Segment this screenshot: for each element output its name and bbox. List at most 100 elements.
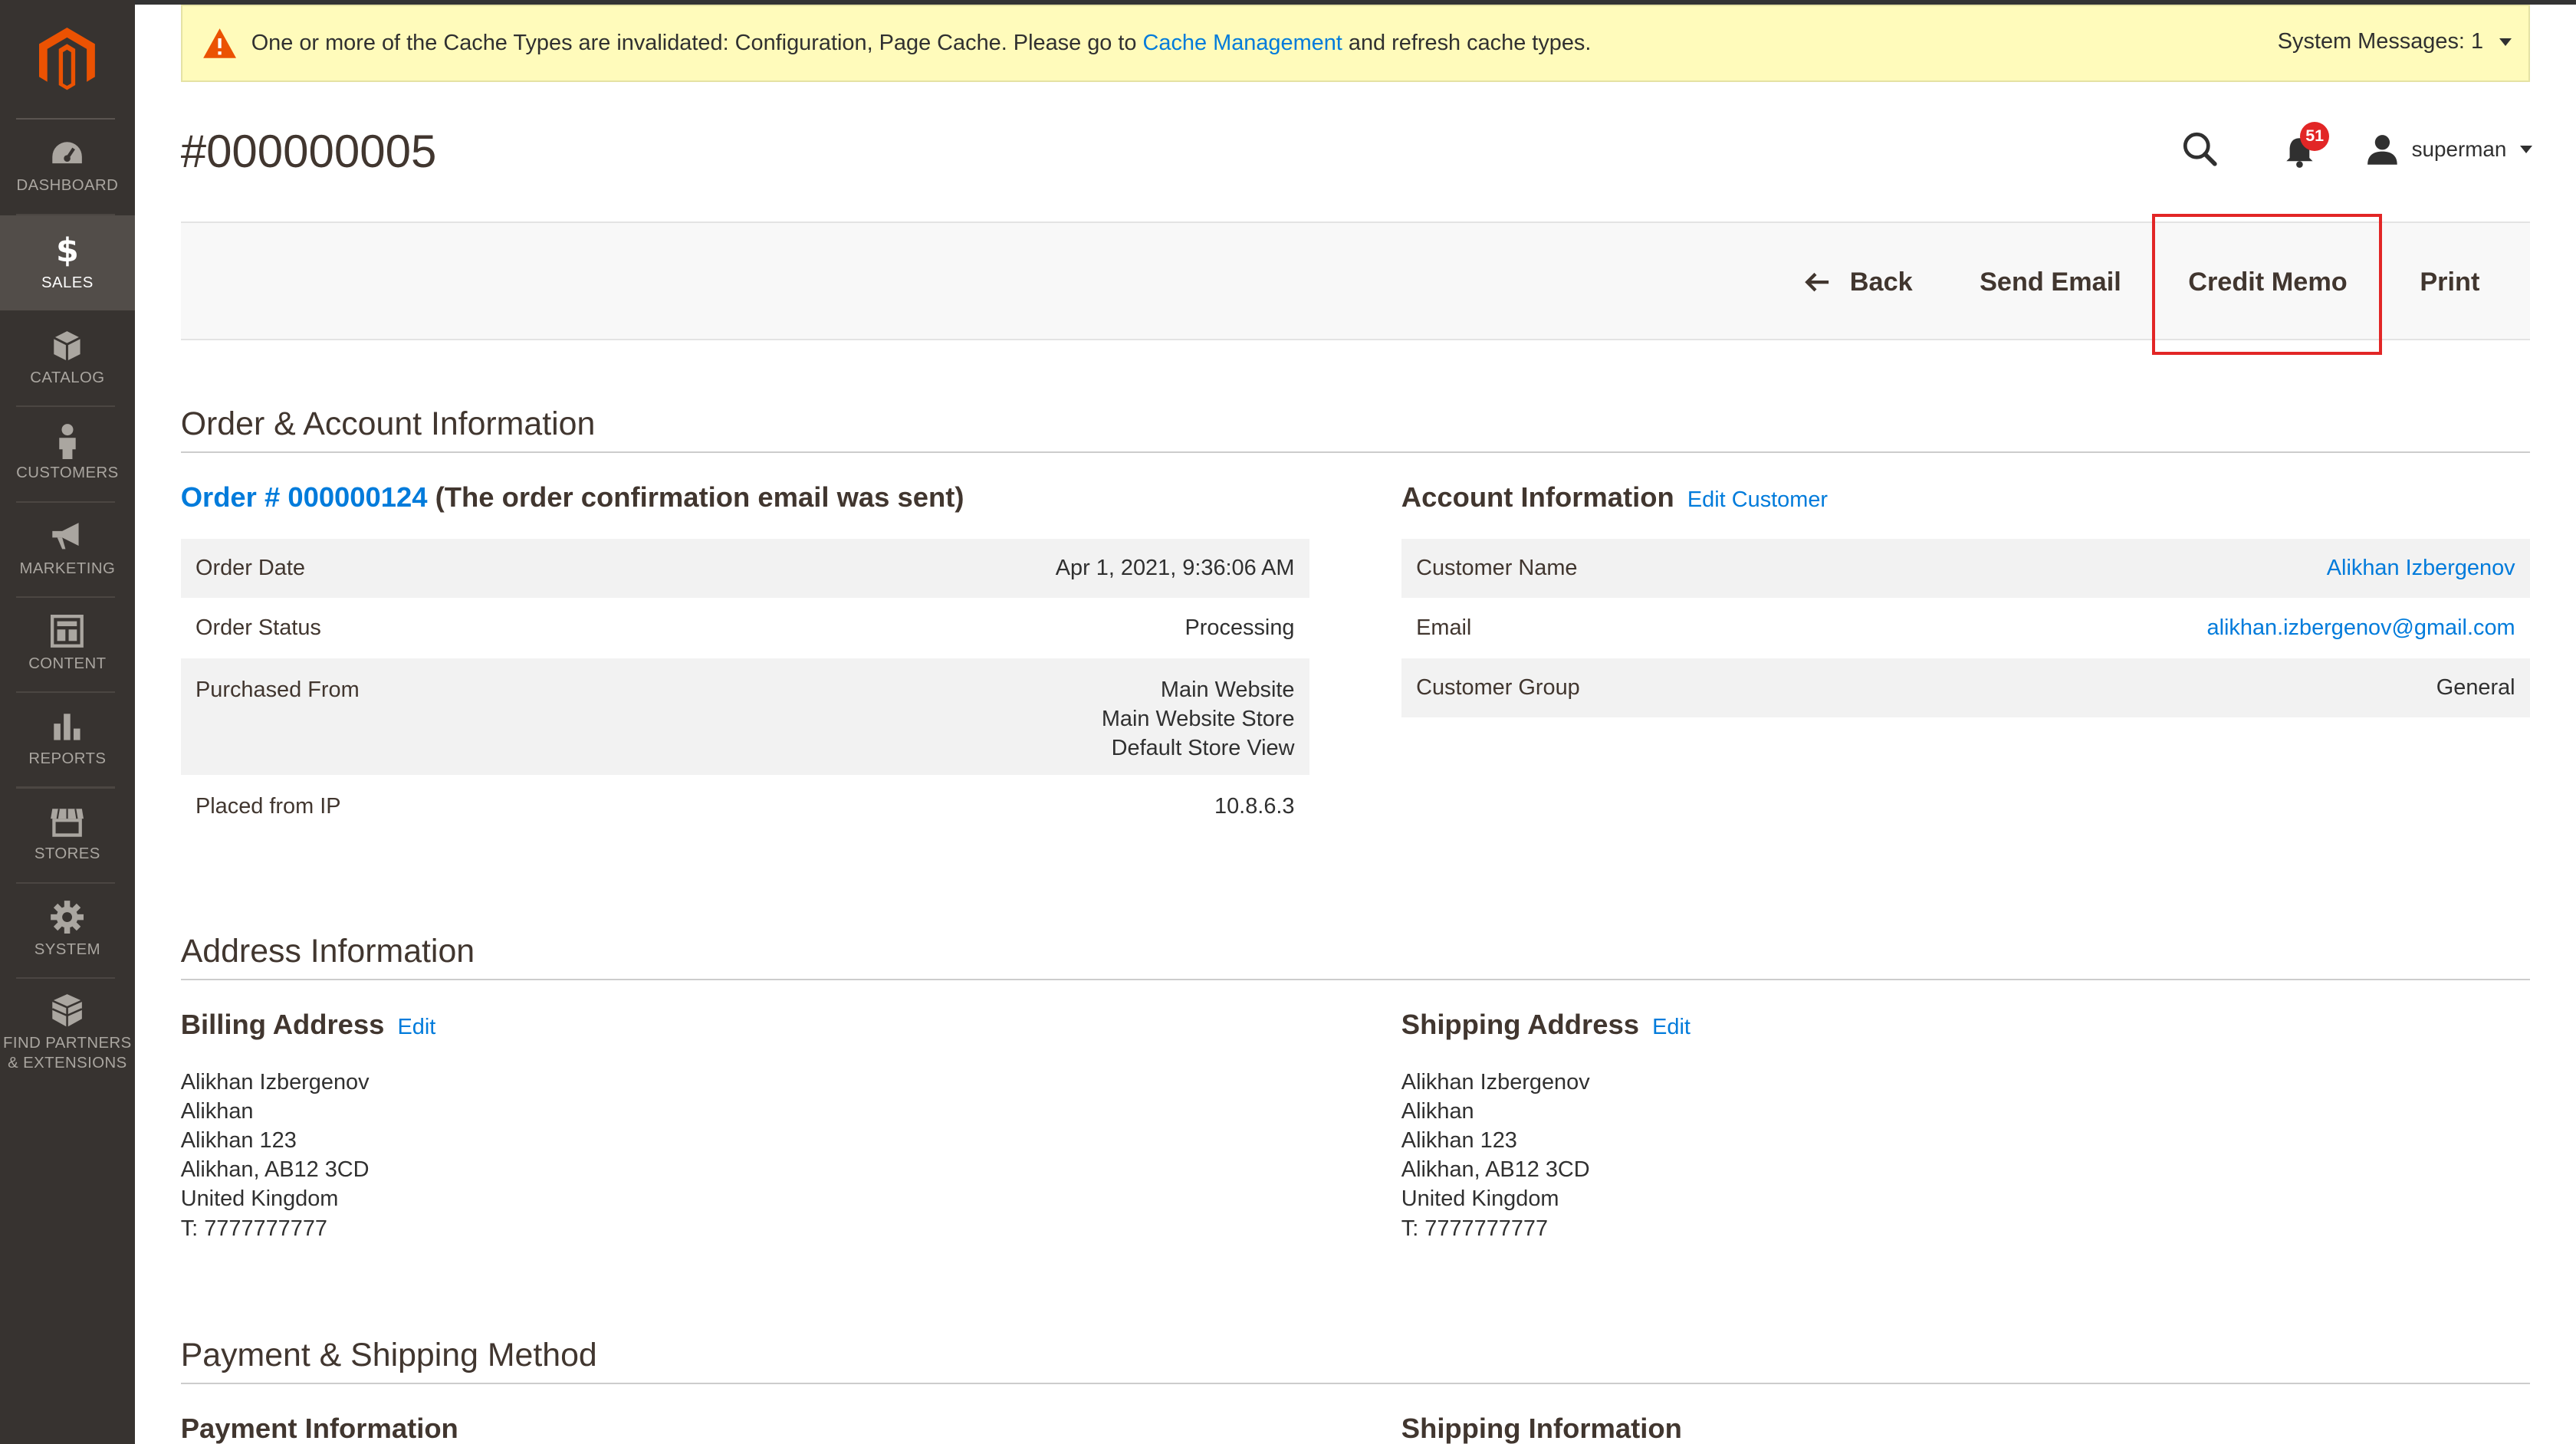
- section-divider: [180, 451, 2530, 454]
- send-email-button[interactable]: Send Email: [1980, 223, 2121, 341]
- magento-logo-icon: [39, 28, 96, 90]
- account-info-table: Customer Name Alikhan Izbergenov Email a…: [1401, 538, 2530, 718]
- warning-icon: [203, 28, 237, 59]
- layout-icon: [49, 613, 85, 649]
- edit-shipping-address-link[interactable]: Edit: [1652, 1015, 1691, 1039]
- row-label: Placed from IP: [195, 793, 341, 819]
- table-row: Order Status Processing: [181, 598, 1309, 658]
- bar-chart-icon: [49, 709, 85, 745]
- table-row: Customer Group General: [1401, 658, 2530, 718]
- order-number-link[interactable]: Order # 000000124: [181, 481, 428, 513]
- row-label: Order Status: [195, 615, 321, 641]
- order-confirmation-note: (The order confirmation email was sent): [427, 481, 964, 513]
- system-message-bar: One or more of the Cache Types are inval…: [180, 5, 2530, 83]
- back-button[interactable]: Back: [1804, 223, 1913, 341]
- table-row: Customer Name Alikhan Izbergenov: [1401, 538, 2530, 598]
- person-icon: [49, 423, 85, 459]
- nav-dashboard[interactable]: DASHBOARD: [0, 118, 135, 213]
- nav-label: CATALOG: [30, 369, 105, 387]
- arrow-left-icon: [1805, 273, 1829, 292]
- address-line: Alikhan, AB12 3CD: [1401, 1157, 1590, 1183]
- send-email-label: Send Email: [1980, 267, 2121, 297]
- chevron-down-icon: [2499, 38, 2512, 46]
- storefront-icon: [49, 804, 85, 840]
- order-account-section-title: Order & Account Information: [180, 405, 596, 443]
- payment-info-title: Payment Information: [180, 1412, 458, 1444]
- admin-sidebar: DASHBOARD $ SALES CATALOG CUSTOMERS MARK…: [0, 0, 135, 1444]
- customer-email-link[interactable]: alikhan.izbergenov@gmail.com: [2207, 615, 2515, 641]
- print-button[interactable]: Print: [2420, 223, 2479, 341]
- edit-billing-address-link[interactable]: Edit: [398, 1015, 436, 1039]
- dashboard-icon: [49, 136, 85, 172]
- nav-reports[interactable]: REPORTS: [0, 691, 135, 786]
- nav-catalog[interactable]: CATALOG: [0, 310, 135, 405]
- credit-memo-highlight: [2152, 213, 2383, 355]
- nav-customers[interactable]: CUSTOMERS: [0, 405, 135, 500]
- address-line: Alikhan 123: [1401, 1128, 1517, 1154]
- nav-separator: [16, 976, 115, 980]
- address-section-title: Address Information: [180, 933, 475, 970]
- table-row: Email alikhan.izbergenov@gmail.com: [1401, 598, 2530, 658]
- nav-find-partners[interactable]: FIND PARTNERS & EXTENSIONS: [0, 980, 135, 1085]
- nav-marketing[interactable]: MARKETING: [0, 501, 135, 596]
- value-line: Default Store View: [1111, 735, 1295, 760]
- order-info-table: Order Date Apr 1, 2021, 9:36:06 AM Order…: [180, 538, 1309, 838]
- address-line: Alikhan 123: [180, 1128, 297, 1154]
- dollar-icon: $: [55, 231, 79, 270]
- row-label: Purchased From: [195, 677, 360, 702]
- address-line: Alikhan Izbergenov: [1401, 1069, 1590, 1094]
- notifications-button[interactable]: 51: [2283, 121, 2330, 171]
- nav-label: SYSTEM: [34, 940, 100, 958]
- nav-label: & EXTENSIONS: [8, 1054, 127, 1072]
- nav-label: STORES: [34, 845, 100, 863]
- user-icon: [2367, 134, 2397, 165]
- megaphone-icon: [49, 518, 85, 554]
- system-messages-count: System Messages: 1: [2277, 29, 2484, 54]
- cache-management-link[interactable]: Cache Management: [1143, 31, 1342, 55]
- nav-sales[interactable]: $ SALES: [0, 215, 135, 310]
- search-icon[interactable]: [2182, 131, 2218, 167]
- address-line: T: 7777777777: [1401, 1216, 1549, 1241]
- address-line: Alikhan Izbergenov: [180, 1069, 370, 1094]
- billing-address-title: Billing Address: [180, 1008, 385, 1040]
- order-heading: Order # 000000124 (The order confirmatio…: [181, 481, 964, 514]
- row-value: Apr 1, 2021, 9:36:06 AM: [1055, 555, 1295, 580]
- table-row: Order Date Apr 1, 2021, 9:36:06 AM: [180, 538, 1309, 598]
- shipping-address-block: Alikhan Izbergenov Alikhan Alikhan 123 A…: [1401, 1068, 1590, 1243]
- shipping-address-heading: Shipping Address Edit: [1401, 1009, 1691, 1041]
- gear-icon: [49, 899, 85, 935]
- chevron-down-icon: [2519, 145, 2532, 153]
- back-label: Back: [1849, 267, 1913, 297]
- nav-content[interactable]: CONTENT: [0, 596, 135, 691]
- address-line: United Kingdom: [180, 1186, 339, 1212]
- row-value: Main Website Main Website Store Default …: [1102, 675, 1295, 776]
- nav-label: CONTENT: [28, 655, 107, 672]
- shipping-info-title: Shipping Information: [1401, 1412, 1682, 1444]
- message-text-before: One or more of the Cache Types are inval…: [251, 31, 1143, 56]
- nav-system[interactable]: SYSTEM: [0, 882, 135, 977]
- table-row: Purchased From Main Website Main Website…: [180, 658, 1309, 776]
- section-divider: [180, 1383, 2530, 1385]
- row-value: General: [2436, 675, 2515, 701]
- edit-customer-link[interactable]: Edit Customer: [1687, 487, 1828, 512]
- row-label: Email: [1416, 615, 1472, 641]
- row-label: Customer Group: [1416, 675, 1580, 701]
- cube-stack-icon: [49, 993, 85, 1029]
- system-message-text: One or more of the Cache Types are inval…: [251, 31, 1592, 56]
- print-label: Print: [2420, 267, 2480, 297]
- billing-address-heading: Billing Address Edit: [181, 1009, 436, 1041]
- value-line: Main Website: [1160, 677, 1295, 702]
- nav-stores[interactable]: STORES: [0, 786, 135, 881]
- address-line: Alikhan: [180, 1098, 254, 1124]
- nav-label: MARKETING: [19, 560, 116, 577]
- table-row: Placed from IP 10.8.6.3: [181, 775, 1309, 837]
- payment-shipping-section-title: Payment & Shipping Method: [180, 1337, 597, 1374]
- box-icon: [49, 327, 85, 363]
- magento-logo[interactable]: [0, 0, 135, 122]
- address-line: Alikhan: [1401, 1098, 1474, 1124]
- nav-label: SALES: [41, 274, 94, 291]
- customer-name-link[interactable]: Alikhan Izbergenov: [2327, 556, 2515, 581]
- user-menu[interactable]: superman: [2366, 133, 2532, 166]
- system-messages-toggle[interactable]: System Messages: 1: [2278, 29, 2512, 54]
- billing-address-block: Alikhan Izbergenov Alikhan Alikhan 123 A…: [181, 1068, 370, 1243]
